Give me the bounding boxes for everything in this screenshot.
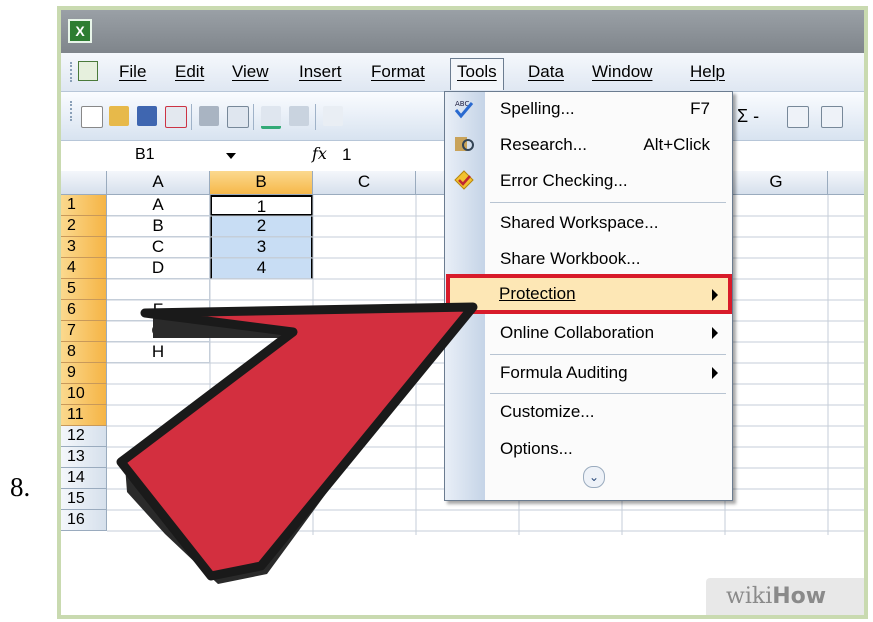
step-number: 8.	[10, 472, 31, 502]
watermark-wiki: wiki	[726, 584, 773, 609]
excel-screenshot: X File Edit View Insert Format Tools Dat…	[61, 10, 864, 615]
watermark-how: How	[772, 584, 827, 609]
pointer-arrow-icon	[116, 302, 478, 584]
wikihow-watermark: wikiHow	[706, 578, 864, 615]
